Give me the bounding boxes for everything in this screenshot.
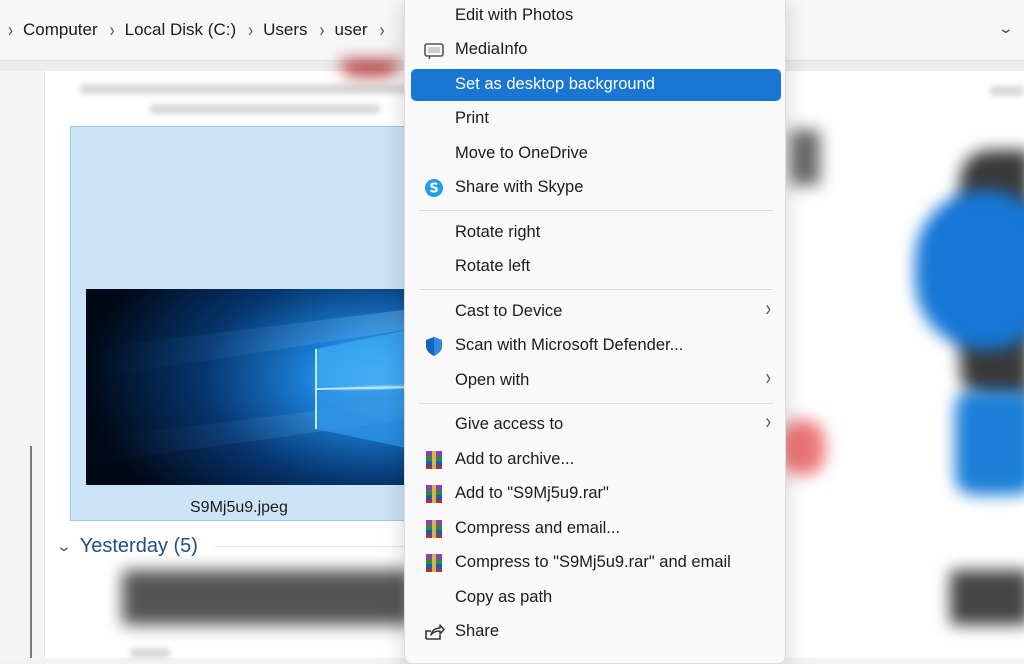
blurred-download-icon bbox=[915, 190, 1024, 350]
skype-icon: S bbox=[423, 177, 445, 199]
breadcrumb-user[interactable]: user bbox=[335, 20, 368, 40]
blurred-caption bbox=[130, 648, 170, 658]
menu-item-edit-with-photos[interactable]: Edit with Photos bbox=[411, 0, 781, 32]
menu-item-compress-to-rar-and-email[interactable]: Compress to "S9Mj5u9.rar" and email bbox=[411, 547, 781, 579]
svg-text:S: S bbox=[429, 182, 438, 197]
menu-separator bbox=[419, 403, 773, 404]
menu-item-add-to-rar[interactable]: Add to "S9Mj5u9.rar" bbox=[411, 478, 781, 510]
scroll-divider bbox=[30, 446, 32, 658]
menu-item-rotate-right[interactable]: Rotate right bbox=[411, 217, 781, 249]
blurred-caption bbox=[80, 84, 410, 94]
menu-item-rotate-left[interactable]: Rotate left bbox=[411, 251, 781, 283]
menu-item-compress-and-email[interactable]: Compress and email... bbox=[411, 513, 781, 545]
breadcrumb: › Computer › Local Disk (C:) › Users › u… bbox=[0, 0, 395, 60]
menu-item-mediainfo[interactable]: MediaInfo bbox=[411, 34, 781, 66]
chevron-right-icon[interactable]: › bbox=[110, 19, 115, 41]
context-menu: Edit with Photos MediaInfo Set as deskto… bbox=[404, 0, 786, 664]
menu-item-move-to-onedrive[interactable]: Move to OneDrive bbox=[411, 138, 781, 170]
menu-item-share-with-skype[interactable]: S Share with Skype bbox=[411, 172, 781, 204]
group-label: Yesterday (5) bbox=[79, 535, 198, 557]
chevron-right-icon: › bbox=[765, 410, 771, 435]
breadcrumb-users[interactable]: Users bbox=[263, 20, 307, 40]
winrar-icon bbox=[423, 449, 445, 471]
share-icon bbox=[423, 621, 445, 643]
winrar-icon bbox=[423, 518, 445, 540]
chevron-down-icon[interactable]: ⌄ bbox=[56, 538, 72, 555]
menu-item-open-with[interactable]: Open with › bbox=[411, 365, 781, 397]
menu-item-scan-with-defender[interactable]: Scan with Microsoft Defender... bbox=[411, 330, 781, 362]
menu-item-print[interactable]: Print bbox=[411, 103, 781, 135]
breadcrumb-local-disk[interactable]: Local Disk (C:) bbox=[125, 20, 236, 40]
menu-item-copy-as-path[interactable]: Copy as path bbox=[411, 582, 781, 614]
chevron-right-icon[interactable]: › bbox=[8, 19, 13, 41]
navigation-pane bbox=[0, 71, 45, 658]
group-divider bbox=[215, 546, 405, 547]
blurred-thumbnail bbox=[340, 60, 400, 76]
blurred-caption bbox=[150, 104, 380, 114]
menu-item-cast-to-device[interactable]: Cast to Device › bbox=[411, 296, 781, 328]
blurred-thumbnail bbox=[950, 570, 1024, 625]
menu-item-set-as-desktop-background[interactable]: Set as desktop background bbox=[411, 69, 781, 101]
menu-item-add-to-archive[interactable]: Add to archive... bbox=[411, 444, 781, 476]
blurred-thumbnail bbox=[780, 420, 825, 475]
chevron-right-icon[interactable]: › bbox=[248, 19, 253, 41]
breadcrumb-computer[interactable]: Computer bbox=[23, 20, 98, 40]
defender-shield-icon bbox=[423, 335, 445, 357]
mediainfo-icon bbox=[423, 39, 445, 61]
blurred-thumbnail bbox=[790, 130, 820, 185]
chevron-right-icon: › bbox=[765, 366, 771, 391]
blurred-caption bbox=[990, 86, 1024, 96]
chevron-right-icon[interactable]: › bbox=[320, 19, 325, 41]
menu-separator bbox=[419, 210, 773, 211]
winrar-icon bbox=[423, 552, 445, 574]
group-header-yesterday[interactable]: ⌄ Yesterday (5) bbox=[56, 535, 198, 558]
chevron-right-icon: › bbox=[765, 297, 771, 322]
chevron-down-icon[interactable]: ⌄ bbox=[998, 20, 1014, 37]
menu-item-share[interactable]: Share bbox=[411, 616, 781, 648]
blurred-thumbnail bbox=[955, 390, 1024, 495]
file-name-label[interactable]: S9Mj5u9.jpeg bbox=[190, 499, 288, 517]
windows-wallpaper-image bbox=[86, 289, 411, 485]
menu-separator bbox=[419, 289, 773, 290]
chevron-right-icon[interactable]: › bbox=[380, 19, 385, 41]
menu-item-give-access-to[interactable]: Give access to › bbox=[411, 409, 781, 441]
file-thumbnail[interactable] bbox=[86, 289, 411, 485]
blurred-thumbnail bbox=[122, 570, 412, 625]
winrar-icon bbox=[423, 483, 445, 505]
